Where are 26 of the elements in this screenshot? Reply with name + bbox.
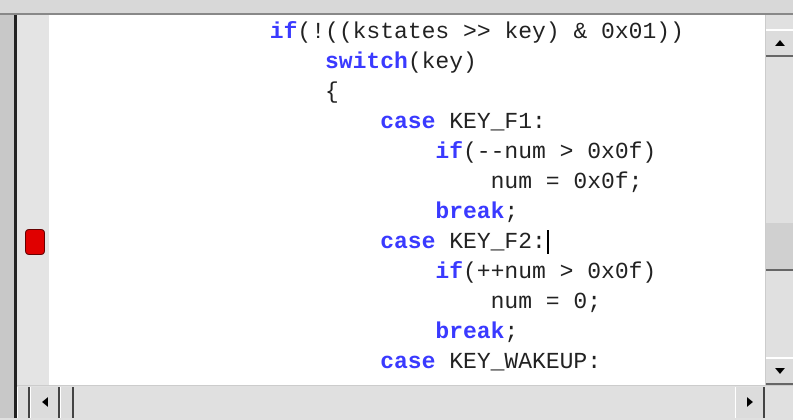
code-line: switch(key) [324,48,478,77]
scroll-up-button[interactable] [766,29,793,57]
scroll-down-button[interactable] [766,357,793,385]
scroll-right-button[interactable] [735,386,765,418]
code-line: if(--num > 0x0f) [434,138,658,167]
breakpoint-marker[interactable] [25,229,45,255]
vertical-scrollbar[interactable] [765,15,793,385]
code-line: if(!((kstates >> key) & 0x01)) [268,18,685,47]
scroll-thumb[interactable] [766,223,793,271]
scroll-left-button[interactable] [30,386,60,418]
horizontal-scrollbar[interactable] [17,385,793,418]
code-line: case KEY_F1: [379,108,547,137]
code-line: num = 0x0f; [490,168,644,197]
code-line: if(++num > 0x0f) [434,258,658,287]
code-line: break; [434,198,520,227]
scroll-thumb-small[interactable] [17,386,30,418]
code-line: num = 0; [490,288,602,317]
left-arrow-icon [42,397,48,407]
scroll-track-segment [60,386,74,418]
down-arrow-icon [774,368,784,374]
code-line: case KEY_F2: [159,227,765,257]
up-arrow-icon [774,40,784,46]
code-line: { [324,78,340,107]
right-arrow-icon [746,397,752,407]
code-line: case KEY_WAKEUP: [379,348,602,377]
code-line: break; [434,318,520,347]
